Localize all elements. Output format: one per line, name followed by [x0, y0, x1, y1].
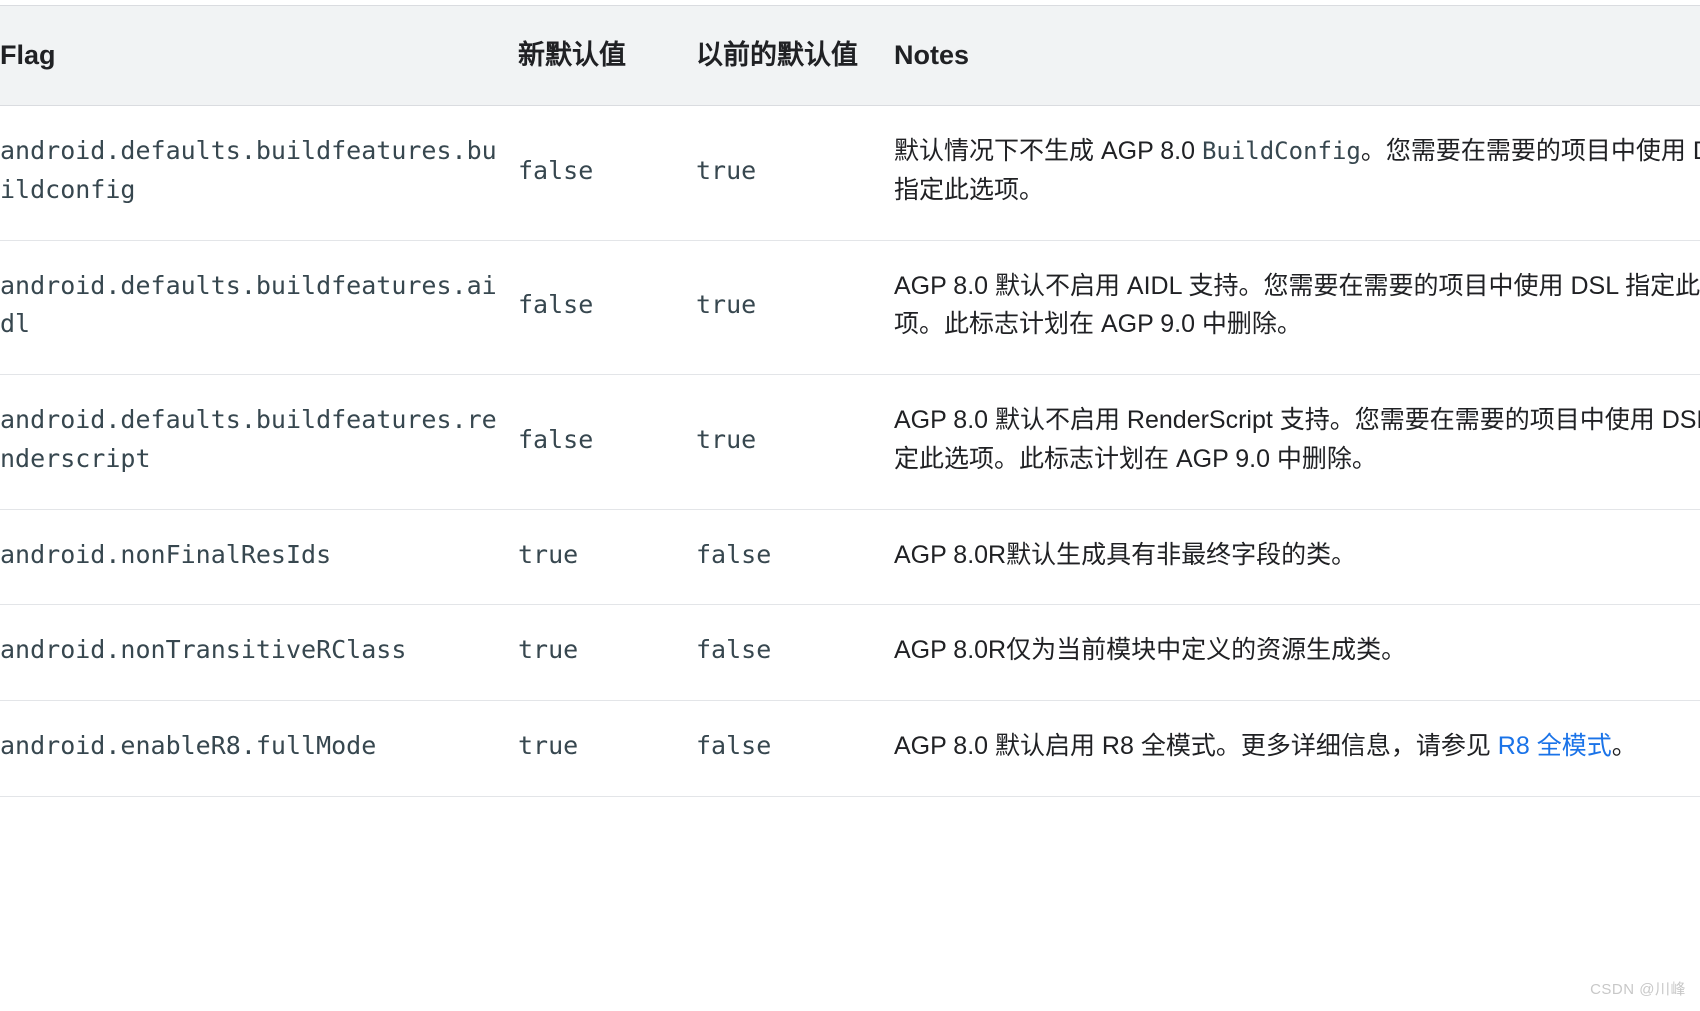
notes-text-run: AGP 8.0 默认启用 R8 全模式。更多详细信息，请参见 [894, 732, 1498, 761]
cell-new-default: false [518, 240, 696, 376]
agp-default-flags-table: Flag 新默认值 以前的默认值 Notes android.defaults.… [0, 4, 1700, 797]
flags-table-page: Flag 新默认值 以前的默认值 Notes android.defaults.… [0, 0, 1700, 1011]
csdn-watermark: CSDN @川峰 [1590, 981, 1686, 998]
notes-text-run: 默认情况下不生成 AGP 8.0 [894, 137, 1202, 166]
notes-text-run: AGP 8.0 默认不启用 AIDL 支持。您需要在需要的项目中使用 DSL 指… [894, 271, 1700, 339]
cell-flag: android.defaults.buildfeatures.buildconf… [0, 105, 518, 241]
table-header: Flag 新默认值 以前的默认值 Notes [0, 4, 1700, 107]
cell-previous-default: true [696, 240, 894, 376]
notes-text: AGP 8.0 默认不启用 RenderScript 支持。您需要在需要的项目中… [894, 406, 1700, 473]
table-row: android.enableR8.fullMode true false AGP 8.… [0, 700, 1700, 797]
cell-previous-default: false [696, 604, 894, 702]
table-row: android.defaults.buildfeatures.buildconf… [0, 105, 1700, 241]
cell-notes: AGP 8.0 默认不启用 AIDL 支持。您需要在需要的项目中使用 DSL 指… [894, 240, 1700, 376]
column-header-new-default: 新默认值 [518, 4, 696, 107]
table-row: android.defaults.buildfeatures.renderscr… [0, 374, 1700, 510]
cell-flag: android.nonTransitiveRClass [0, 604, 518, 702]
notes-text-run: AGP 8.0R仅为当前模块中定义的资源生成类。 [894, 636, 1407, 665]
notes-text-run: AGP 8.0 默认不启用 RenderScript 支持。您需要在需要的项目中… [894, 406, 1700, 473]
inline-code: BuildConfig [1201, 137, 1361, 166]
cell-previous-default: true [696, 374, 894, 510]
notes-text: 默认情况下不生成 AGP 8.0 BuildConfig。您需要在需要的项目中使… [894, 137, 1700, 204]
column-header-flag: Flag [0, 4, 518, 107]
cell-notes: AGP 8.0R仅为当前模块中定义的资源生成类。 [894, 604, 1700, 702]
cell-notes: AGP 8.0R默认生成具有非最终字段的类。 [894, 509, 1700, 606]
cell-notes: 默认情况下不生成 AGP 8.0 BuildConfig。您需要在需要的项目中使… [894, 105, 1700, 241]
notes-text: AGP 8.0R仅为当前模块中定义的资源生成类。 [894, 636, 1406, 664]
cell-flag: android.defaults.buildfeatures.aidl [0, 240, 518, 376]
cell-previous-default: true [696, 105, 894, 241]
cell-previous-default: false [696, 700, 894, 797]
cell-notes: AGP 8.0 默认启用 R8 全模式。更多详细信息，请参见 R8 全模式。 [894, 700, 1700, 797]
cell-notes: AGP 8.0 默认不启用 RenderScript 支持。您需要在需要的项目中… [894, 374, 1700, 510]
cell-previous-default: false [696, 509, 894, 606]
cell-new-default: true [518, 604, 696, 702]
table-body: android.defaults.buildfeatures.buildconf… [0, 105, 1700, 797]
notes-link[interactable]: R8 全模式 [1498, 732, 1612, 760]
column-header-notes: Notes [894, 4, 1700, 107]
notes-text: AGP 8.0 默认启用 R8 全模式。更多详细信息，请参见 R8 全模式。 [894, 732, 1637, 760]
cell-flag: android.defaults.buildfeatures.renderscr… [0, 374, 518, 510]
table-row: android.defaults.buildfeatures.aidl false… [0, 240, 1700, 376]
notes-text: AGP 8.0 默认不启用 AIDL 支持。您需要在需要的项目中使用 DSL 指… [894, 272, 1700, 339]
table-row: android.nonFinalResIds true false AGP 8.0R默… [0, 509, 1700, 606]
cell-flag: android.nonFinalResIds [0, 509, 518, 606]
table-row: android.nonTransitiveRClass true false AGP … [0, 604, 1700, 702]
cell-new-default: false [518, 105, 696, 241]
notes-text: AGP 8.0R默认生成具有非最终字段的类。 [894, 541, 1356, 569]
cell-new-default: true [518, 700, 696, 797]
table-header-row: Flag 新默认值 以前的默认值 Notes [0, 4, 1700, 107]
notes-text-run: 。 [1611, 732, 1637, 761]
column-header-prev-default: 以前的默认值 [696, 4, 894, 107]
cell-new-default: true [518, 509, 696, 606]
notes-text-run: AGP 8.0R默认生成具有非最终字段的类。 [894, 540, 1357, 569]
cell-flag: android.enableR8.fullMode [0, 700, 518, 797]
cell-new-default: false [518, 374, 696, 510]
